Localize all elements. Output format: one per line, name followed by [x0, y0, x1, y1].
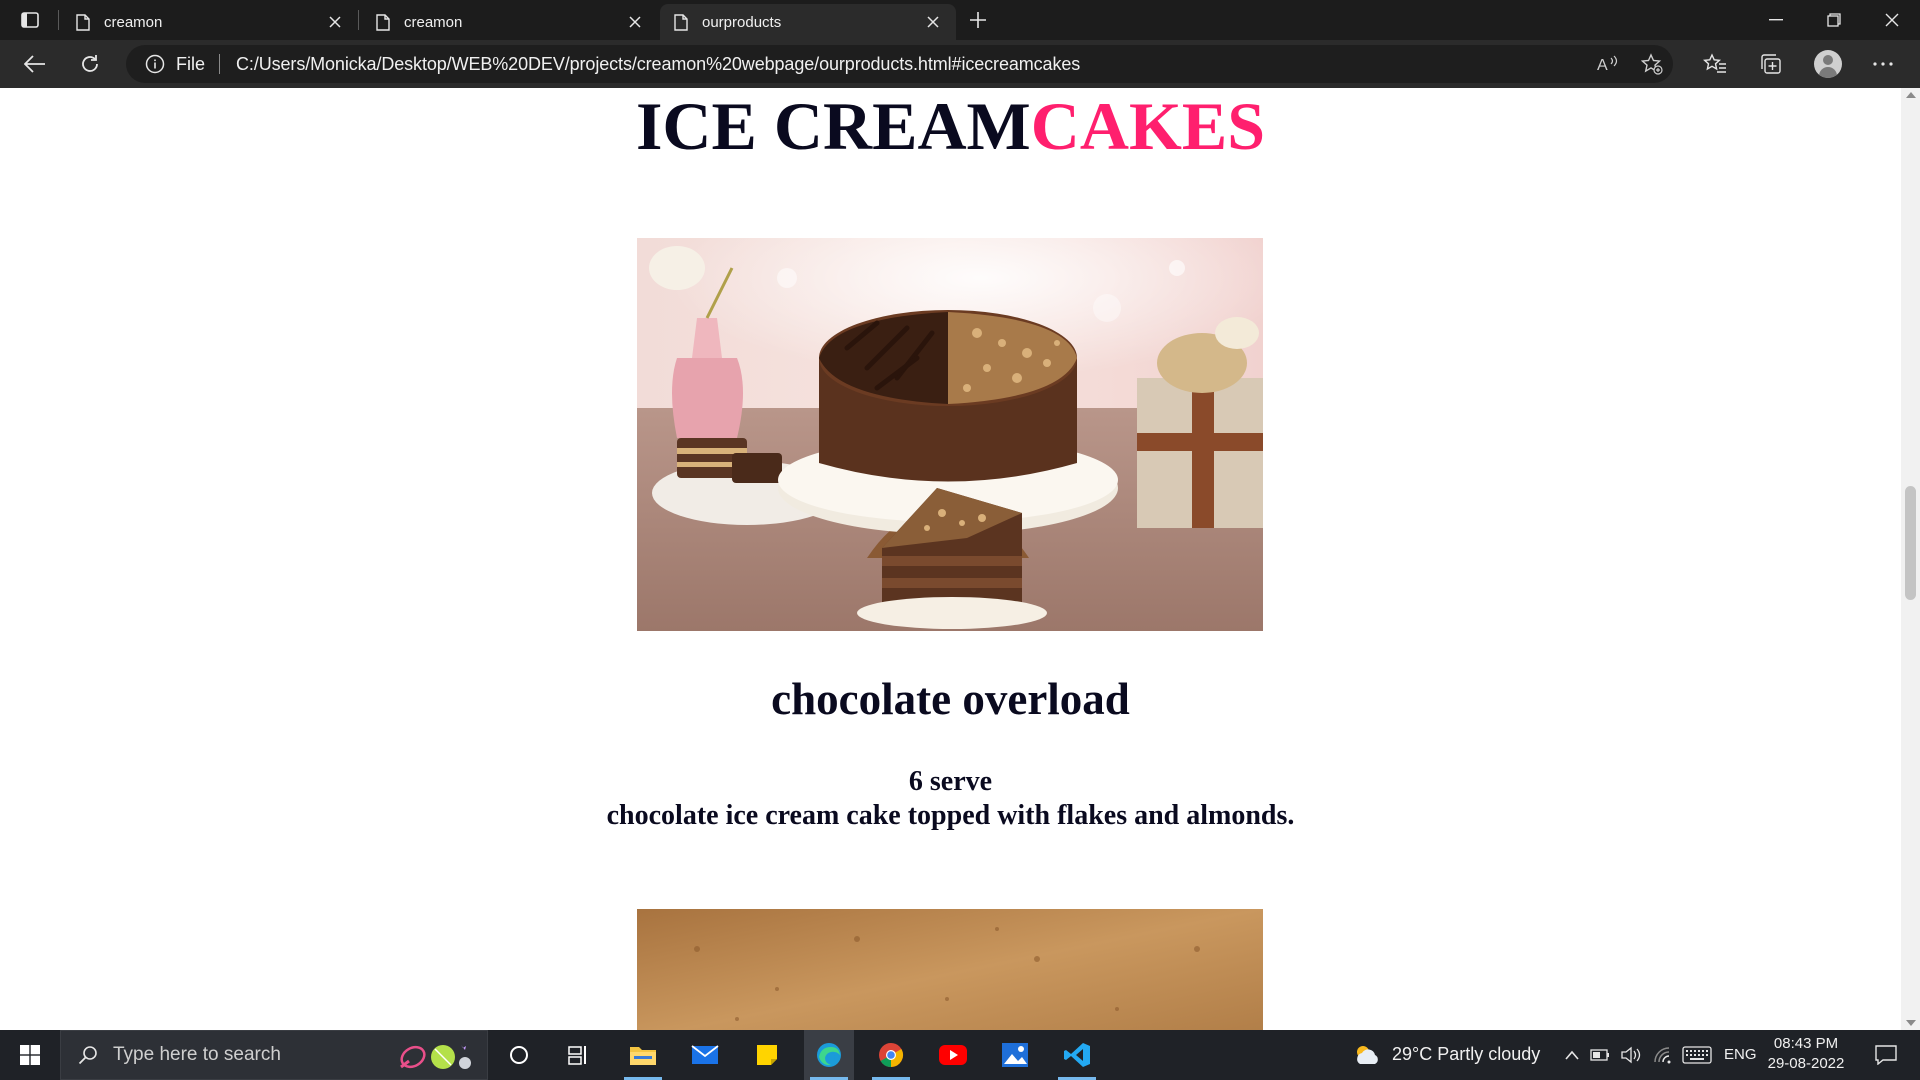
weather-text[interactable]: 29°C Partly cloudy — [1392, 1044, 1540, 1065]
tab-separator — [358, 10, 359, 30]
tab-separator — [58, 10, 59, 30]
address-divider — [219, 54, 221, 74]
tab-bar: creamon creamon ourproducts — [0, 0, 1920, 40]
address-url[interactable]: C:/Users/Monicka/Desktop/WEB%20DEV/proje… — [236, 54, 1080, 75]
window-close-icon[interactable] — [1864, 0, 1920, 40]
address-bar[interactable]: File C:/Users/Monicka/Desktop/WEB%20DEV/… — [126, 45, 1673, 83]
scroll-down-icon[interactable] — [1906, 1020, 1916, 1026]
product-serve: 6 serve — [908, 766, 993, 797]
search-placeholder: Type here to search — [113, 1044, 281, 1065]
product-name: chocolate overload — [771, 674, 1130, 724]
product-image-chocolate-cake — [637, 238, 1263, 631]
close-icon[interactable] — [922, 11, 944, 33]
restore-icon[interactable] — [1806, 0, 1862, 40]
keyboard-icon[interactable] — [1682, 1045, 1712, 1065]
info-icon[interactable] — [144, 53, 166, 75]
tab-ourproducts[interactable]: ourproducts — [660, 4, 956, 40]
page-icon — [74, 13, 92, 31]
search-icon — [77, 1044, 99, 1066]
close-icon[interactable] — [324, 11, 346, 33]
product-description: chocolate ice cream cake topped with fla… — [606, 800, 1295, 831]
page-viewport: ICE CREAMCAKES chocolate overload 6 serv… — [0, 88, 1901, 1030]
page-scrollbar[interactable] — [1901, 88, 1920, 1030]
volume-icon[interactable] — [1620, 1045, 1642, 1065]
edge-browser-icon[interactable] — [804, 1030, 854, 1080]
youtube-icon[interactable] — [928, 1030, 978, 1080]
clock-date: 29-08-2022 — [1767, 1055, 1845, 1072]
read-aloud-icon[interactable]: A — [1596, 53, 1620, 75]
minimize-icon[interactable] — [1748, 0, 1804, 40]
product-image-next-cake — [637, 909, 1263, 1030]
tab-title: creamon — [404, 13, 463, 31]
address-scheme-label: File — [176, 53, 206, 74]
new-tab-icon[interactable] — [964, 6, 992, 34]
more-options-icon[interactable] — [1868, 50, 1898, 78]
section-title: ICE CREAMCAKES — [0, 88, 1901, 164]
language-indicator[interactable]: ENG — [1724, 1046, 1757, 1063]
vscode-icon[interactable] — [1052, 1030, 1102, 1080]
browser-toolbar: File C:/Users/Monicka/Desktop/WEB%20DEV/… — [0, 40, 1920, 88]
task-view-icon[interactable] — [554, 1030, 604, 1080]
refresh-icon[interactable] — [73, 48, 107, 80]
scroll-thumb[interactable] — [1905, 486, 1916, 600]
clock-time: 08:43 PM — [1773, 1035, 1839, 1052]
chrome-icon[interactable] — [866, 1030, 916, 1080]
windows-start-icon[interactable] — [0, 1030, 60, 1080]
section-title-accent: CAKES — [1030, 88, 1266, 164]
taskbar-clock[interactable]: 08:43 PM 29-08-2022 — [1756, 1034, 1856, 1074]
chevron-up-icon[interactable] — [1561, 1045, 1583, 1065]
search-highlight-icon — [391, 1039, 477, 1073]
close-icon[interactable] — [624, 11, 646, 33]
back-arrow-icon[interactable] — [18, 48, 52, 80]
file-explorer-icon[interactable] — [618, 1030, 668, 1080]
collections-icon[interactable] — [1756, 50, 1786, 78]
tab-title: creamon — [104, 13, 163, 31]
scroll-up-icon[interactable] — [1906, 92, 1916, 98]
page-icon — [374, 13, 392, 31]
cortana-icon[interactable] — [494, 1030, 544, 1080]
wifi-icon[interactable] — [1652, 1045, 1674, 1065]
mail-icon[interactable] — [680, 1030, 730, 1080]
tab-creamon-1[interactable]: creamon — [62, 4, 358, 40]
notification-center-icon[interactable] — [1862, 1030, 1910, 1080]
page-icon — [672, 13, 690, 31]
taskbar-search-box[interactable]: Type here to search — [60, 1030, 488, 1080]
tab-actions-icon[interactable] — [12, 6, 48, 34]
svg-text:A: A — [1597, 57, 1608, 73]
taskbar: Type here to search 29°C Partly cloudy E… — [0, 1030, 1920, 1080]
photos-icon[interactable] — [990, 1030, 1040, 1080]
favorites-icon[interactable] — [1700, 50, 1730, 78]
tab-creamon-2[interactable]: creamon — [362, 4, 658, 40]
profile-avatar[interactable] — [1814, 50, 1842, 78]
battery-icon[interactable] — [1589, 1045, 1611, 1065]
section-title-main: ICE CREAM — [635, 88, 1031, 164]
sticky-notes-icon[interactable] — [742, 1030, 792, 1080]
add-favorite-icon[interactable] — [1640, 53, 1664, 75]
tab-title: ourproducts — [702, 13, 782, 31]
weather-icon[interactable] — [1352, 1042, 1382, 1068]
